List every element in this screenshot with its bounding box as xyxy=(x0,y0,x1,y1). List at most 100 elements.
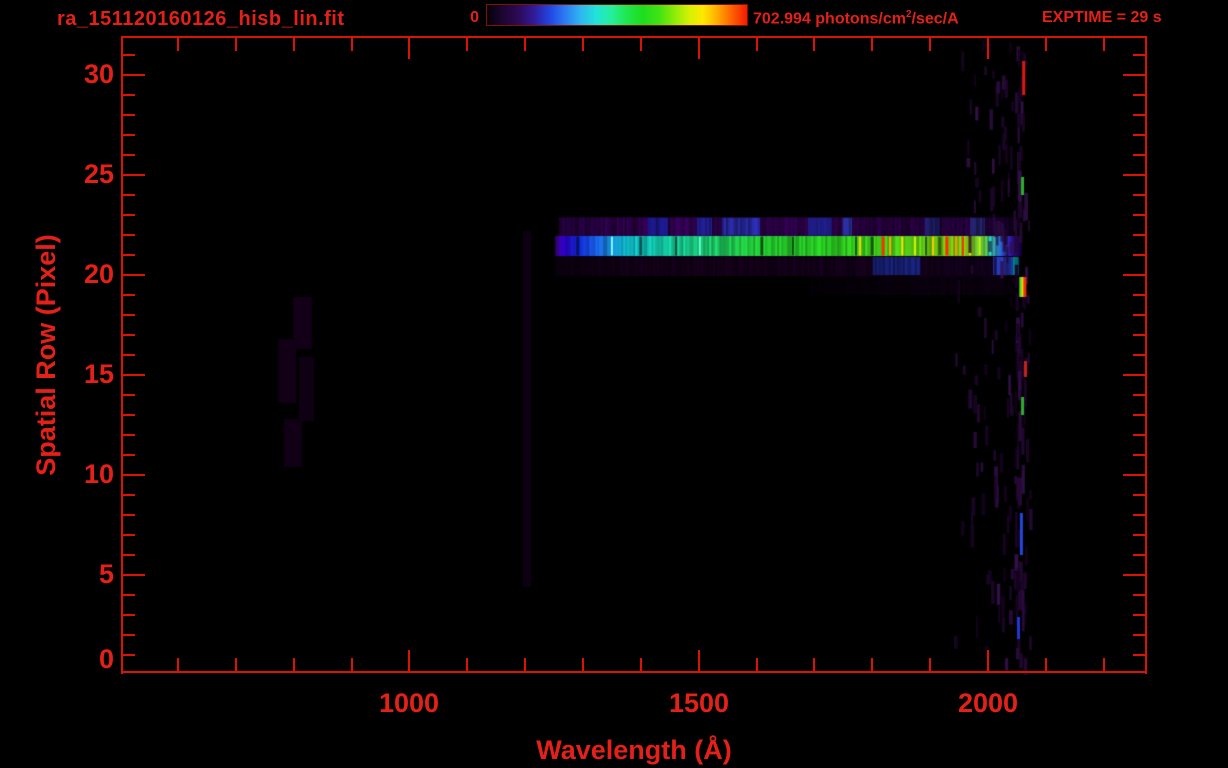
spectrum-heatmap xyxy=(122,39,1147,675)
tick xyxy=(123,334,135,336)
tick xyxy=(408,650,410,671)
file-title: ra_151120160126_hisb_lin.fit xyxy=(57,8,345,30)
tick xyxy=(1123,374,1145,376)
tick xyxy=(524,658,526,671)
tick xyxy=(640,658,642,671)
tick xyxy=(1133,534,1145,536)
tick xyxy=(123,614,135,616)
tick xyxy=(123,454,135,456)
tick xyxy=(235,38,237,51)
tick xyxy=(698,38,700,59)
tick xyxy=(1133,334,1145,336)
tick xyxy=(1045,658,1047,671)
tick xyxy=(698,650,700,671)
tick xyxy=(1133,654,1145,656)
x-axis-line xyxy=(121,671,1147,673)
tick xyxy=(1133,134,1145,136)
x-axis-line-top xyxy=(121,36,1147,38)
colorbar-gradient xyxy=(486,4,748,26)
tick xyxy=(929,658,931,671)
x-tick-label: 1500 xyxy=(668,688,730,718)
tick xyxy=(123,654,135,656)
tick xyxy=(123,114,135,116)
tick xyxy=(466,38,468,51)
tick xyxy=(123,154,135,156)
tick xyxy=(871,38,873,51)
tick xyxy=(177,658,179,671)
tick xyxy=(1133,114,1145,116)
x-tick-label: 1000 xyxy=(378,688,440,718)
tick xyxy=(408,38,410,59)
tick xyxy=(1133,634,1145,636)
tick xyxy=(524,38,526,51)
x-axis-title: Wavelength (Å) xyxy=(536,735,732,765)
tick xyxy=(1133,194,1145,196)
tick xyxy=(123,474,145,476)
tick xyxy=(123,254,135,256)
tick xyxy=(123,174,145,176)
tick xyxy=(123,314,135,316)
tick xyxy=(177,38,179,51)
tick xyxy=(123,94,135,96)
tick xyxy=(1123,574,1145,576)
tick xyxy=(1133,214,1145,216)
tick xyxy=(466,658,468,671)
tick xyxy=(1133,494,1145,496)
tick xyxy=(1133,434,1145,436)
tick xyxy=(351,38,353,51)
tick xyxy=(123,634,135,636)
tick xyxy=(987,38,989,59)
tick xyxy=(756,38,758,51)
tick xyxy=(1133,314,1145,316)
x-tick-label: 2000 xyxy=(957,688,1019,718)
tick xyxy=(123,274,145,276)
tick xyxy=(1133,154,1145,156)
tick xyxy=(756,658,758,671)
tick xyxy=(235,658,237,671)
tick xyxy=(1133,414,1145,416)
tick xyxy=(123,374,145,376)
y-tick-label: 30 xyxy=(83,59,114,89)
tick xyxy=(582,658,584,671)
tick xyxy=(1133,594,1145,596)
tick xyxy=(123,134,135,136)
y-axis-title: Spatial Row (Pixel) xyxy=(31,234,61,476)
tick xyxy=(351,658,353,671)
tick xyxy=(123,394,135,396)
tick xyxy=(123,434,135,436)
tick xyxy=(1133,354,1145,356)
flux-units: /sec/A xyxy=(911,10,959,28)
tick xyxy=(1133,254,1145,256)
tick xyxy=(1133,514,1145,516)
tick xyxy=(123,214,135,216)
tick xyxy=(1133,54,1145,56)
y-axis-line-right xyxy=(1145,36,1147,674)
flux-value: 702.994 photons/cm xyxy=(753,10,906,28)
tick xyxy=(929,38,931,51)
plot-window: ra_151120160126_hisb_lin.fit 0 702.994 p… xyxy=(0,0,1228,768)
tick xyxy=(123,54,135,56)
tick xyxy=(123,554,135,556)
tick xyxy=(1133,294,1145,296)
tick xyxy=(123,294,135,296)
tick xyxy=(987,650,989,671)
y-tick-label: 5 xyxy=(98,559,114,589)
tick xyxy=(123,594,135,596)
tick xyxy=(293,38,295,51)
tick xyxy=(1133,454,1145,456)
tick xyxy=(1123,174,1145,176)
tick xyxy=(1123,474,1145,476)
tick xyxy=(1103,658,1105,671)
tick xyxy=(813,38,815,51)
tick xyxy=(293,658,295,671)
tick xyxy=(1123,274,1145,276)
tick xyxy=(1045,38,1047,51)
tick xyxy=(123,74,145,76)
tick xyxy=(1133,554,1145,556)
tick xyxy=(123,234,135,236)
colorbar-max-label: 702.994 photons/cm2/sec/A xyxy=(753,9,959,28)
tick xyxy=(123,354,135,356)
tick xyxy=(1123,74,1145,76)
tick xyxy=(1133,614,1145,616)
tick xyxy=(640,38,642,51)
